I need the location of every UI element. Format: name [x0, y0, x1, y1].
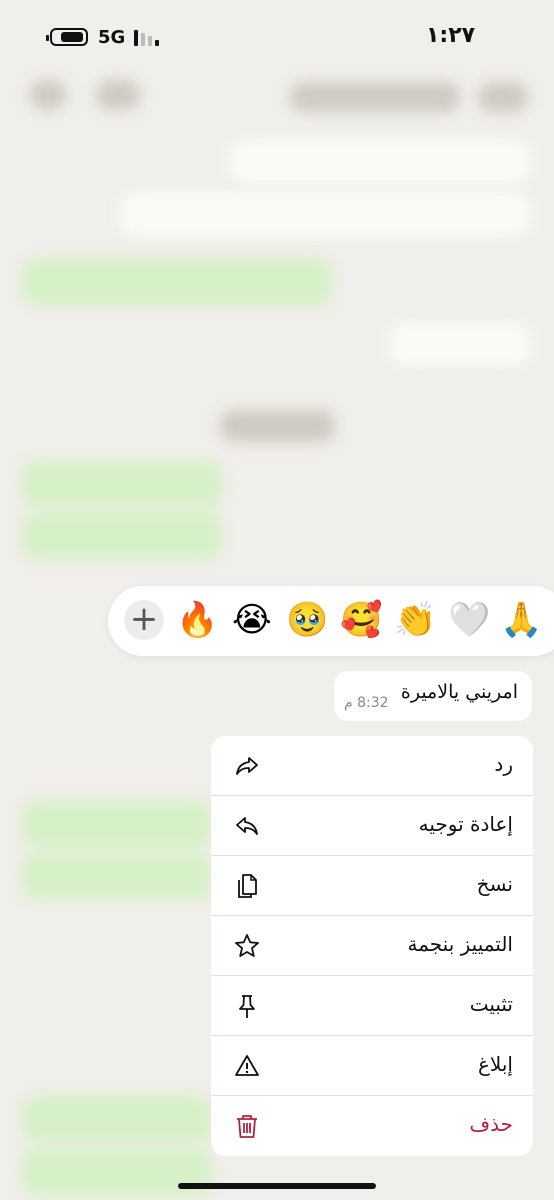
status-bar: 5G ١:٢٧	[0, 0, 554, 70]
pin-icon	[239, 995, 255, 1018]
menu-item-delete[interactable]: حذف	[211, 1096, 533, 1156]
battery-icon	[46, 28, 88, 46]
reaction-pleading[interactable]: 🥹	[286, 599, 328, 641]
menu-item-label: نسخ	[476, 872, 513, 896]
signal-icon	[134, 30, 164, 46]
forward-icon	[236, 817, 258, 835]
reaction-clapping[interactable]: 👏	[394, 599, 436, 641]
menu-item-label: إبلاغ	[478, 1052, 513, 1076]
star-icon	[235, 934, 259, 957]
menu-item-forward[interactable]: إعادة توجيه	[211, 796, 533, 856]
menu-item-label: حذف	[469, 1112, 513, 1136]
menu-item-pin[interactable]: تثبيت	[211, 976, 533, 1036]
network-type: 5G	[98, 27, 126, 48]
reaction-crying[interactable]: 😭	[232, 599, 272, 641]
menu-item-label: رد	[494, 752, 513, 776]
menu-item-star[interactable]: التمييز بنجمة	[211, 916, 533, 976]
reaction-bar: + 🔥 😭 🥹 🥰 👏 🤍 🙏	[108, 586, 554, 656]
message-bubble[interactable]: امريني يالاميرة 8:32 م	[334, 671, 532, 721]
message-text: امريني يالاميرة	[400, 681, 518, 703]
report-icon	[235, 1055, 259, 1076]
reply-icon	[236, 757, 258, 775]
menu-item-label: تثبيت	[469, 992, 513, 1016]
add-reaction-button[interactable]: +	[124, 600, 164, 640]
menu-item-label: إعادة توجيه	[418, 812, 513, 836]
reaction-smiling-hearts[interactable]: 🥰	[340, 599, 382, 641]
menu-item-label: التمييز بنجمة	[407, 932, 513, 956]
message-context-menu: رد إعادة توجيه نسخ التمييز بنجمة تثبيت إ…	[211, 736, 533, 1156]
reaction-pray[interactable]: 🙏	[500, 599, 542, 641]
menu-item-copy[interactable]: نسخ	[211, 856, 533, 916]
menu-item-reply[interactable]: رد	[211, 736, 533, 796]
status-time: ١:٢٧	[426, 23, 476, 48]
menu-item-report[interactable]: إبلاغ	[211, 1036, 533, 1096]
home-indicator[interactable]	[178, 1183, 376, 1189]
reaction-white-heart[interactable]: 🤍	[448, 599, 490, 641]
reaction-fire[interactable]: 🔥	[176, 599, 218, 641]
message-time: 8:32 م	[344, 695, 389, 711]
trash-icon	[237, 1115, 257, 1138]
copy-icon	[238, 874, 257, 898]
